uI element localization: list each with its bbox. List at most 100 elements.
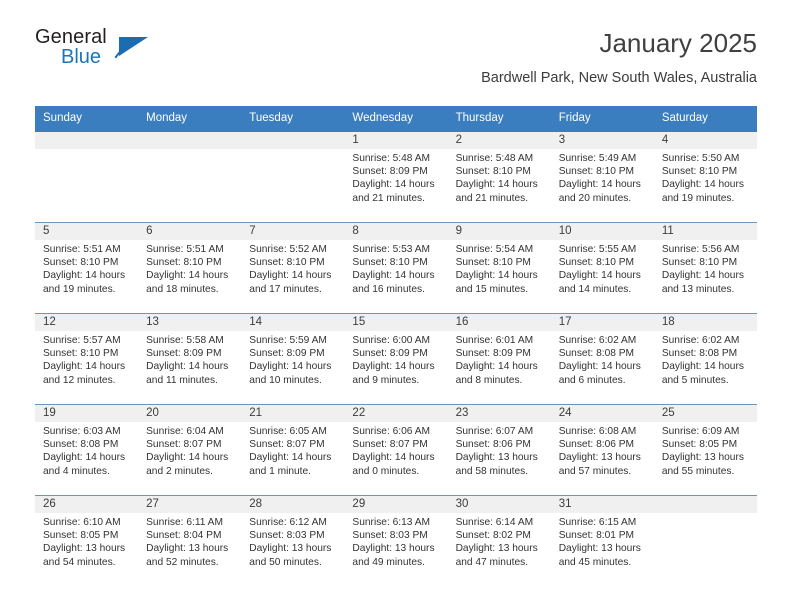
day-number: 8 <box>352 225 359 237</box>
calendar-day-cell[interactable]: 20 Sunrise: 6:04 AM Sunset: 8:07 PM Dayligh… <box>138 405 242 495</box>
calendar-day-cell[interactable]: 14 Sunrise: 5:59 AM Sunset: 8:09 PM Dayligh… <box>241 314 345 404</box>
sunrise-text: Sunrise: 5:48 AM <box>455 153 534 164</box>
sunrise-text: Sunrise: 5:53 AM <box>352 244 431 255</box>
day-details: Sunrise: 6:02 AM Sunset: 8:08 PM Daylight:… <box>551 331 654 387</box>
daylight-text-line2: and 21 minutes. <box>352 192 425 204</box>
calendar-day-cell[interactable]: 5 Sunrise: 5:51 AM Sunset: 8:10 PM Daylight… <box>35 223 139 313</box>
sunrise-text: Sunrise: 5:51 AM <box>43 244 121 255</box>
sunrise-text: Sunrise: 6:14 AM <box>455 517 534 528</box>
calendar-cell-empty <box>241 132 345 222</box>
calendar-day-cell[interactable]: 2 Sunrise: 5:48 AM Sunset: 8:10 PM Daylight… <box>447 132 551 222</box>
calendar-day-cell[interactable]: 24 Sunrise: 6:08 AM Sunset: 8:06 PM Dayligh… <box>550 405 654 495</box>
day-details: Sunrise: 5:48 AM Sunset: 8:09 PM Daylight:… <box>344 149 447 205</box>
day-number: 4 <box>661 134 669 146</box>
daylight-text-line2: and 20 minutes. <box>558 192 632 204</box>
calendar-day-cell[interactable]: 6 Sunrise: 5:51 AM Sunset: 8:10 PM Daylight… <box>138 223 242 313</box>
sunset-text: Sunset: 8:05 PM <box>43 530 119 542</box>
day-number: 28 <box>249 498 263 510</box>
calendar-day-cell[interactable]: 9 Sunrise: 5:54 AM Sunset: 8:10 PM Daylight… <box>447 223 551 313</box>
daylight-text-line1: Daylight: 14 hours <box>352 361 435 373</box>
day-number: 27 <box>146 498 159 510</box>
day-number: 1 <box>352 134 359 146</box>
sunrise-text: Sunrise: 6:05 AM <box>249 426 327 437</box>
sunrise-text: Sunrise: 6:03 AM <box>43 426 121 437</box>
day-details: Sunrise: 6:00 AM Sunset: 8:09 PM Daylight:… <box>344 331 447 387</box>
daylight-text-line2: and 57 minutes. <box>558 465 632 477</box>
sunrise-text: Sunrise: 5:58 AM <box>146 335 224 346</box>
calendar-week-row: 26 Sunrise: 6:10 AM Sunset: 8:05 PM Dayligh… <box>35 495 757 586</box>
sunset-text: Sunset: 8:08 PM <box>43 439 119 451</box>
calendar-day-cell[interactable]: 17 Sunrise: 6:02 AM Sunset: 8:08 PM Dayligh… <box>550 314 654 404</box>
day-number-band: 12 <box>35 314 139 331</box>
calendar-day-cell[interactable]: 13 Sunrise: 5:58 AM Sunset: 8:09 PM Dayligh… <box>138 314 242 404</box>
day-number: 2 <box>455 134 462 146</box>
calendar-day-cell[interactable]: 21 Sunrise: 6:05 AM Sunset: 8:07 PM Dayligh… <box>241 405 345 495</box>
daylight-text-line1: Daylight: 14 hours <box>661 270 744 282</box>
day-number: 5 <box>43 225 50 237</box>
sunrise-text: Sunrise: 5:49 AM <box>558 153 637 164</box>
sunrise-text: Sunrise: 6:06 AM <box>352 426 431 437</box>
daylight-text-line1: Daylight: 14 hours <box>661 361 744 373</box>
calendar-day-cell[interactable]: 15 Sunrise: 6:00 AM Sunset: 8:09 PM Dayligh… <box>344 314 448 404</box>
calendar-day-cell[interactable]: 29 Sunrise: 6:13 AM Sunset: 8:03 PM Dayligh… <box>344 496 448 586</box>
sunset-text: Sunset: 8:10 PM <box>661 166 738 178</box>
day-details: Sunrise: 6:13 AM Sunset: 8:03 PM Daylight:… <box>344 513 447 569</box>
calendar-day-cell[interactable]: 23 Sunrise: 6:07 AM Sunset: 8:06 PM Dayligh… <box>447 405 551 495</box>
sunset-text: Sunset: 8:10 PM <box>661 257 738 269</box>
logo-triangle-icon <box>119 37 148 56</box>
calendar-day-cell[interactable]: 4 Sunrise: 5:50 AM Sunset: 8:10 PM Daylight… <box>653 132 757 222</box>
calendar-day-cell[interactable]: 19 Sunrise: 6:03 AM Sunset: 8:08 PM Dayligh… <box>35 405 139 495</box>
day-details: Sunrise: 5:55 AM Sunset: 8:10 PM Daylight:… <box>551 240 654 296</box>
calendar-day-cell[interactable]: 12 Sunrise: 5:57 AM Sunset: 8:10 PM Dayligh… <box>35 314 139 404</box>
day-details: Sunrise: 5:57 AM Sunset: 8:10 PM Daylight:… <box>35 331 138 387</box>
day-number: 12 <box>43 316 56 328</box>
day-number-band <box>35 132 139 149</box>
sunset-text: Sunset: 8:02 PM <box>455 530 531 542</box>
calendar-day-cell[interactable]: 28 Sunrise: 6:12 AM Sunset: 8:03 PM Dayligh… <box>241 496 345 586</box>
sunset-text: Sunset: 8:10 PM <box>455 166 531 178</box>
sunset-text: Sunset: 8:10 PM <box>558 257 635 269</box>
sunrise-text: Sunrise: 6:11 AM <box>146 517 223 528</box>
day-number-band: 20 <box>138 405 242 422</box>
calendar-day-cell[interactable]: 8 Sunrise: 5:53 AM Sunset: 8:10 PM Daylight… <box>344 223 448 313</box>
sunset-text: Sunset: 8:08 PM <box>558 348 635 360</box>
day-details: Sunrise: 6:14 AM Sunset: 8:02 PM Daylight:… <box>448 513 551 569</box>
calendar-day-cell[interactable]: 18 Sunrise: 6:02 AM Sunset: 8:08 PM Dayligh… <box>653 314 757 404</box>
sunset-text: Sunset: 8:05 PM <box>661 439 738 451</box>
daylight-text-line2: and 49 minutes. <box>352 556 425 568</box>
calendar-day-cell[interactable]: 16 Sunrise: 6:01 AM Sunset: 8:09 PM Dayligh… <box>447 314 551 404</box>
day-details: Sunrise: 6:05 AM Sunset: 8:07 PM Daylight:… <box>241 422 344 478</box>
sunrise-text: Sunrise: 5:51 AM <box>146 244 224 255</box>
sunset-text: Sunset: 8:10 PM <box>558 166 635 178</box>
day-number-band: 21 <box>241 405 345 422</box>
sunrise-text: Sunrise: 6:01 AM <box>455 335 534 346</box>
daylight-text-line1: Daylight: 14 hours <box>146 361 229 373</box>
daylight-text-line1: Daylight: 14 hours <box>558 361 641 373</box>
calendar-day-cell[interactable]: 27 Sunrise: 6:11 AM Sunset: 8:04 PM Dayligh… <box>138 496 242 586</box>
calendar-cell-empty <box>35 132 139 222</box>
calendar-day-cell[interactable]: 3 Sunrise: 5:49 AM Sunset: 8:10 PM Daylight… <box>550 132 654 222</box>
calendar-day-cell[interactable]: 25 Sunrise: 6:09 AM Sunset: 8:05 PM Dayligh… <box>653 405 757 495</box>
sunset-text: Sunset: 8:03 PM <box>352 530 428 542</box>
day-number: 15 <box>352 316 366 328</box>
calendar-day-cell[interactable]: 22 Sunrise: 6:06 AM Sunset: 8:07 PM Dayligh… <box>344 405 448 495</box>
general-blue-logo[interactable]: General Blue <box>35 26 165 74</box>
calendar-day-cell[interactable]: 30 Sunrise: 6:14 AM Sunset: 8:02 PM Dayligh… <box>447 496 551 586</box>
calendar-day-cell[interactable]: 26 Sunrise: 6:10 AM Sunset: 8:05 PM Dayligh… <box>35 496 139 586</box>
daylight-text-line1: Daylight: 14 hours <box>352 179 435 191</box>
day-number: 30 <box>455 498 469 510</box>
sunrise-text: Sunrise: 6:12 AM <box>249 517 327 528</box>
calendar-day-cell[interactable]: 31 Sunrise: 6:15 AM Sunset: 8:01 PM Dayligh… <box>550 496 654 586</box>
day-number-band: 13 <box>138 314 242 331</box>
calendar-day-cell[interactable]: 10 Sunrise: 5:55 AM Sunset: 8:10 PM Dayligh… <box>550 223 654 313</box>
day-details: Sunrise: 5:54 AM Sunset: 8:10 PM Daylight:… <box>448 240 551 296</box>
calendar-weeks: 1 Sunrise: 5:48 AM Sunset: 8:09 PM Daylight… <box>35 132 757 586</box>
calendar-day-cell[interactable]: 7 Sunrise: 5:52 AM Sunset: 8:10 PM Daylight… <box>241 223 345 313</box>
calendar-day-cell[interactable]: 1 Sunrise: 5:48 AM Sunset: 8:09 PM Daylight… <box>344 132 448 222</box>
day-details: Sunrise: 5:52 AM Sunset: 8:10 PM Daylight:… <box>241 240 344 296</box>
day-details: Sunrise: 5:48 AM Sunset: 8:10 PM Daylight:… <box>448 149 551 205</box>
day-details: Sunrise: 5:49 AM Sunset: 8:10 PM Daylight:… <box>551 149 654 205</box>
calendar-day-cell[interactable]: 11 Sunrise: 5:56 AM Sunset: 8:10 PM Dayligh… <box>653 223 757 313</box>
sunset-text: Sunset: 8:07 PM <box>352 439 428 451</box>
logo-text-blue: Blue <box>61 46 102 68</box>
